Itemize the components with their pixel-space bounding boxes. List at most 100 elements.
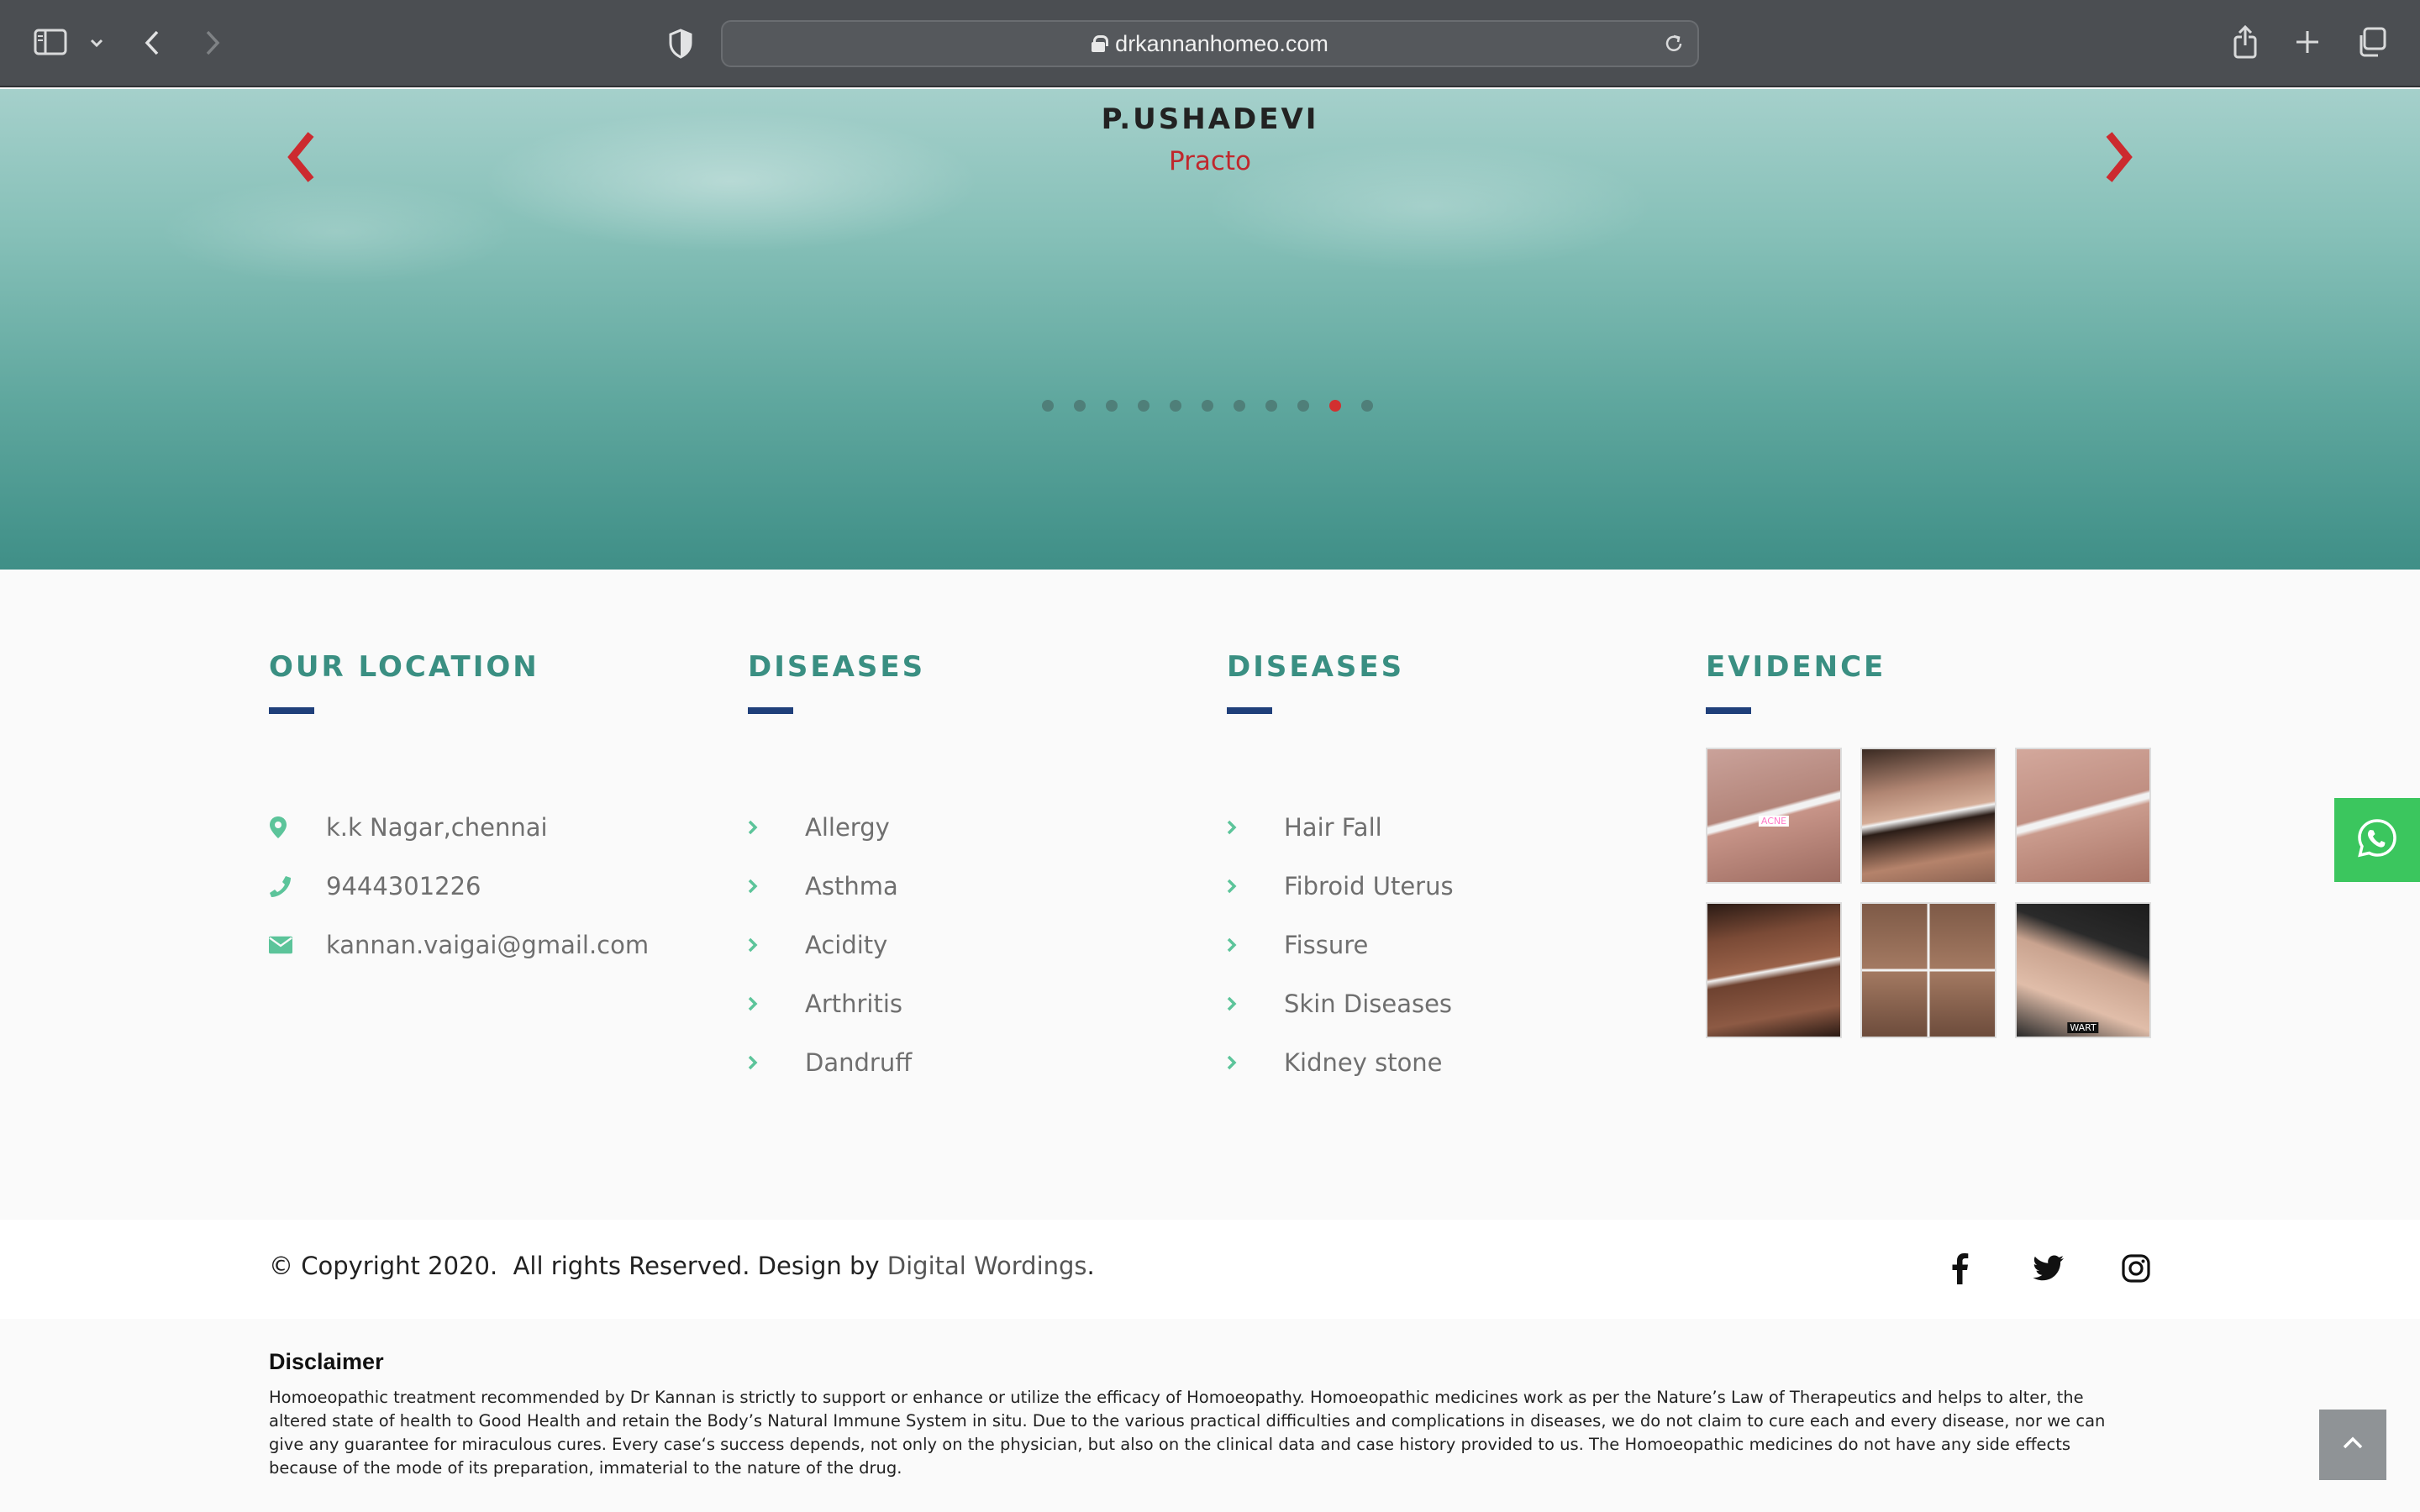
slider-dot[interactable] — [1170, 400, 1181, 412]
evidence-photo-skin[interactable] — [2015, 748, 2151, 884]
chevron-right-icon — [748, 874, 771, 898]
disease-link[interactable]: Acidity — [748, 916, 925, 974]
disease-label[interactable]: Fissure — [1284, 931, 1368, 959]
diseases-column-1: DISEASES Allergy Asthma Acidity Arthritis Da… — [748, 650, 925, 1092]
disease-link[interactable]: Skin Diseases — [1227, 974, 1454, 1033]
evidence-tag: WART — [2067, 1022, 2099, 1033]
diseases-heading-2: DISEASES — [1227, 650, 1405, 684]
disease-label[interactable]: Asthma — [805, 872, 898, 900]
slider-dot[interactable] — [1297, 400, 1309, 412]
disease-link[interactable]: Dandruff — [748, 1033, 925, 1092]
envelope-icon — [269, 933, 292, 957]
evidence-photo-back[interactable] — [1860, 902, 1996, 1038]
diseases-column-2: DISEASES Hair Fall Fibroid Uterus Fissure S… — [1227, 650, 1454, 1092]
reload-icon[interactable] — [1662, 32, 1686, 55]
phone-text[interactable]: 9444301226 — [326, 872, 481, 900]
disease-label[interactable]: Arthritis — [805, 990, 902, 1018]
disease-label[interactable]: Fibroid Uterus — [1284, 872, 1454, 900]
scroll-to-top-button[interactable] — [2319, 1410, 2386, 1480]
chevron-right-icon — [748, 816, 771, 839]
chevron-right-icon — [1227, 1051, 1250, 1074]
disease-link[interactable]: Arthritis — [748, 974, 925, 1033]
diseases-heading-1: DISEASES — [748, 650, 926, 684]
designer-link[interactable]: Digital Wordings — [887, 1252, 1087, 1280]
address-text: k.k Nagar,chennai — [326, 813, 548, 842]
evidence-column: EVIDENCE ACNE WART — [1706, 650, 2151, 1038]
copyright-suffix: . — [1086, 1252, 1095, 1280]
whatsapp-icon — [2356, 817, 2398, 863]
slider-dot[interactable] — [1202, 400, 1213, 412]
evidence-heading: EVIDENCE — [1706, 650, 1886, 684]
heading-underline — [748, 707, 793, 714]
back-icon[interactable] — [139, 27, 165, 59]
disease-link[interactable]: Fibroid Uterus — [1227, 857, 1454, 916]
location-heading: OUR LOCATION — [269, 650, 539, 684]
disease-label[interactable]: Kidney stone — [1284, 1048, 1443, 1077]
chevron-up-icon — [2342, 1436, 2364, 1453]
browser-toolbar: drkannanhomeo.com — [0, 0, 2420, 87]
phone-item[interactable]: 9444301226 — [269, 857, 649, 916]
chevron-right-icon — [1227, 816, 1250, 839]
slider-dot[interactable] — [1074, 400, 1086, 412]
share-icon[interactable] — [2230, 24, 2260, 60]
forward-icon[interactable] — [200, 27, 225, 59]
heading-underline — [1227, 707, 1272, 714]
testimonial-slider: P.USHADEVI Practo — [0, 89, 2420, 570]
disease-link[interactable]: Fissure — [1227, 916, 1454, 974]
email-item[interactable]: kannan.vaigai@gmail.com — [269, 916, 649, 974]
footer-columns: OUR LOCATION k.k Nagar,chennai 944430122… — [0, 570, 2420, 1220]
disclaimer-title: Disclaimer — [269, 1349, 384, 1374]
evidence-photo-wart[interactable]: WART — [2015, 902, 2151, 1038]
evidence-photo-face[interactable] — [1706, 902, 1842, 1038]
slider-next-arrow-icon[interactable] — [2102, 128, 2136, 186]
slider-dot[interactable] — [1361, 400, 1373, 412]
disease-label[interactable]: Allergy — [805, 813, 890, 842]
new-tab-icon[interactable] — [2292, 27, 2323, 57]
disease-label[interactable]: Hair Fall — [1284, 813, 1382, 842]
slider-dot[interactable] — [1329, 400, 1341, 412]
chevron-down-icon[interactable] — [87, 34, 106, 52]
chevron-right-icon — [1227, 933, 1250, 957]
twitter-icon[interactable] — [2032, 1252, 2065, 1285]
chevron-right-icon — [748, 933, 771, 957]
evidence-photo-acne[interactable]: ACNE — [1706, 748, 1842, 884]
chevron-right-icon — [1227, 992, 1250, 1016]
disease-link[interactable]: Kidney stone — [1227, 1033, 1454, 1092]
testimonial-source: Practo — [1168, 146, 1252, 176]
disease-link[interactable]: Hair Fall — [1227, 798, 1454, 857]
heading-underline — [1706, 707, 1751, 714]
disclaimer-text: Homoeopathic treatment recommended by Dr… — [269, 1388, 2106, 1478]
disease-label[interactable]: Acidity — [805, 931, 887, 959]
slider-pagination — [1042, 400, 1373, 412]
privacy-shield-icon[interactable] — [666, 27, 696, 60]
slider-dot[interactable] — [1234, 400, 1245, 412]
email-text[interactable]: kannan.vaigai@gmail.com — [326, 931, 649, 959]
sidebar-toggle-icon[interactable] — [34, 29, 67, 55]
whatsapp-button[interactable] — [2334, 798, 2420, 882]
testimonial-author: P.USHADEVI — [1101, 102, 1319, 136]
lock-icon — [1092, 35, 1109, 52]
copyright-prefix: © Copyright 2020. All rights Reserved. D… — [269, 1252, 887, 1280]
chevron-right-icon — [748, 1051, 771, 1074]
slider-dot[interactable] — [1265, 400, 1277, 412]
copyright-text: © Copyright 2020. All rights Reserved. D… — [269, 1252, 1095, 1280]
disease-label[interactable]: Skin Diseases — [1284, 990, 1452, 1018]
phone-icon — [269, 874, 292, 898]
disease-link[interactable]: Asthma — [748, 857, 925, 916]
evidence-photo-hair[interactable] — [1860, 748, 1996, 884]
evidence-tag: ACNE — [1758, 816, 1790, 827]
slider-dot[interactable] — [1042, 400, 1054, 412]
copyright-bar: © Copyright 2020. All rights Reserved. D… — [0, 1220, 2420, 1319]
map-pin-icon — [269, 816, 292, 839]
disease-link[interactable]: Allergy — [748, 798, 925, 857]
tab-overview-icon[interactable] — [2354, 25, 2388, 59]
disclaimer-section: Disclaimer Homoeopathic treatment recomm… — [0, 1319, 2420, 1512]
chevron-right-icon — [748, 992, 771, 1016]
slider-dot[interactable] — [1106, 400, 1118, 412]
slider-dot[interactable] — [1138, 400, 1150, 412]
instagram-icon[interactable] — [2119, 1252, 2153, 1285]
disease-label[interactable]: Dandruff — [805, 1048, 912, 1077]
location-column: OUR LOCATION k.k Nagar,chennai 944430122… — [269, 650, 649, 974]
address-bar[interactable]: drkannanhomeo.com — [721, 20, 1699, 67]
facebook-icon[interactable] — [1943, 1252, 1976, 1285]
